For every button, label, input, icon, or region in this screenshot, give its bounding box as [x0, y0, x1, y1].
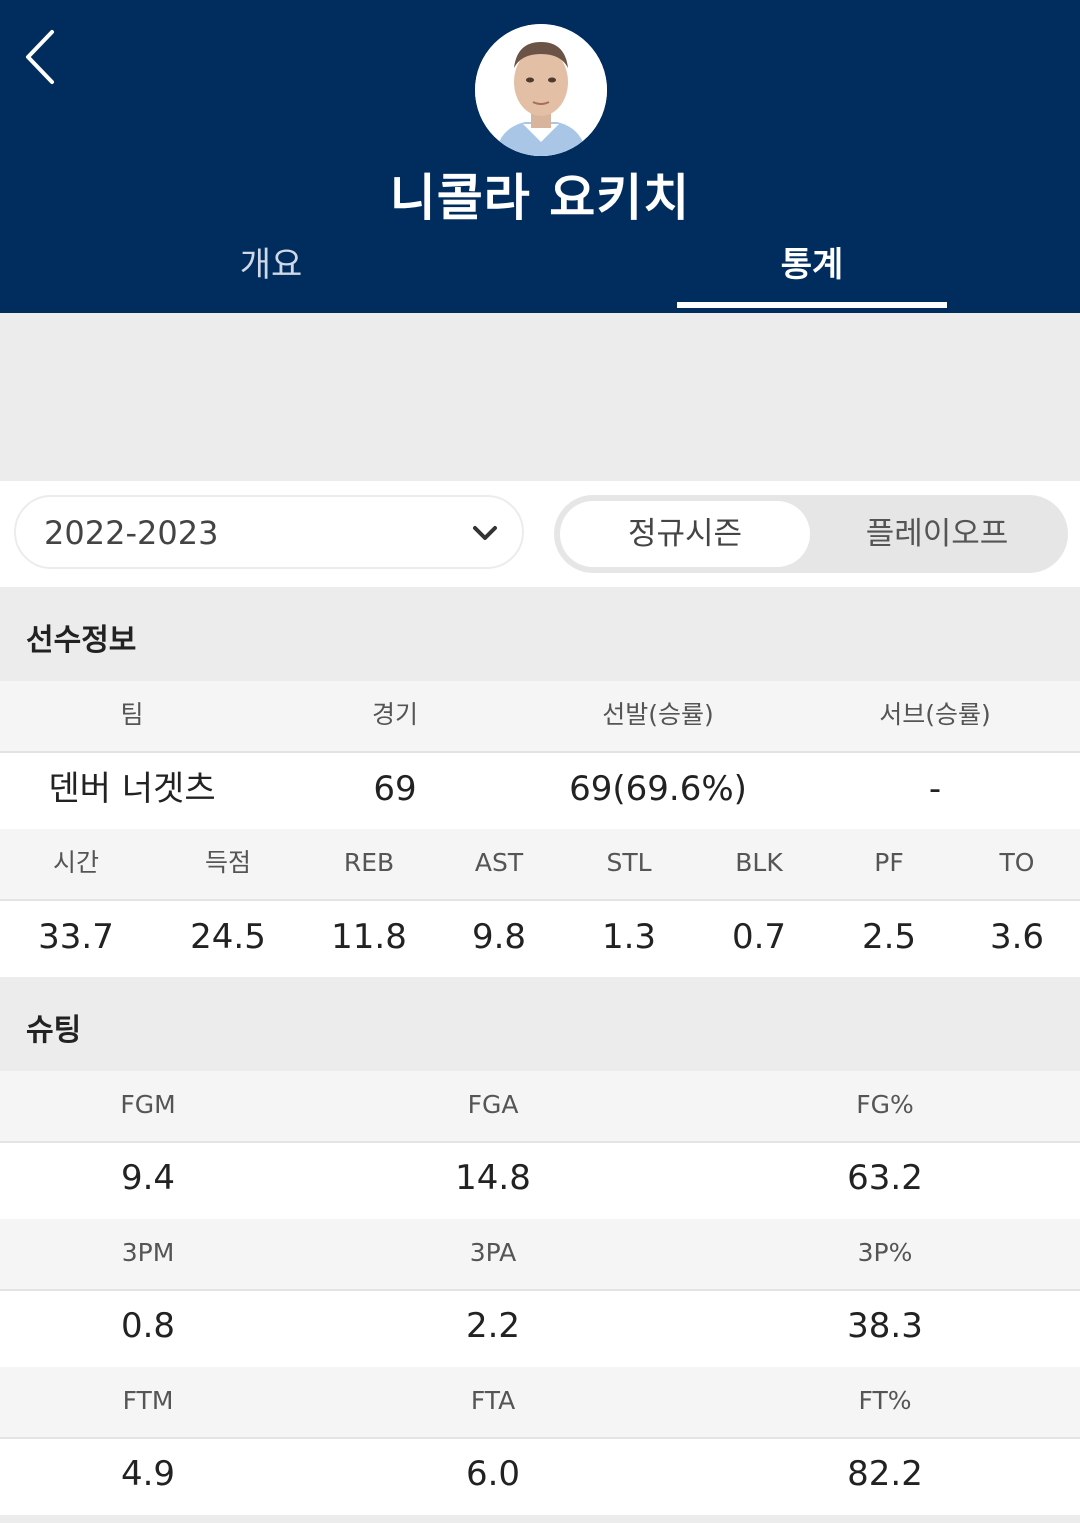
header-fg-pct: FG% [856, 1090, 914, 1119]
header-starts: 선발(승률) [602, 700, 714, 729]
season-dropdown[interactable]: 2022-2023 [14, 495, 524, 569]
header-bench: 서브(승률) [879, 700, 991, 729]
chevron-left-icon [26, 30, 54, 84]
value-stl: 1.3 [601, 917, 657, 957]
header-minutes: 시간 [52, 848, 99, 877]
ad-placeholder [0, 313, 1080, 481]
header-3pa: 3PA [469, 1238, 517, 1267]
ft-value-row: 4.9 6.0 82.2 [0, 1439, 1080, 1515]
value-games: 69 [373, 769, 417, 809]
header-games: 경기 [371, 700, 418, 729]
header-3p-pct: 3P% [857, 1238, 913, 1267]
header-3pm: 3PM [121, 1238, 175, 1267]
value-3pm: 0.8 [120, 1306, 176, 1346]
header-points: 득점 [204, 848, 251, 877]
header-stl: STL [606, 848, 652, 877]
player-info-title: 선수정보 [0, 587, 1080, 681]
value-ftm: 4.9 [120, 1454, 176, 1494]
season-type-toggle: 정규시즌 플레이오프 [554, 495, 1068, 573]
3p-value-row: 0.8 2.2 38.3 [0, 1291, 1080, 1367]
ft-header-row: FTM FTA FT% [0, 1367, 1080, 1439]
active-tab-indicator [677, 302, 947, 308]
fg-value-row: 9.4 14.8 63.2 [0, 1143, 1080, 1219]
value-3p-pct: 38.3 [847, 1306, 923, 1346]
player-photo [475, 24, 607, 156]
season-value: 2022-2023 [44, 514, 219, 552]
value-3pa: 2.2 [465, 1306, 521, 1346]
value-fta: 6.0 [465, 1454, 521, 1494]
value-points: 24.5 [190, 917, 266, 957]
value-fg-pct: 63.2 [847, 1158, 923, 1198]
value-bench: - [928, 769, 942, 809]
value-ft-pct: 82.2 [847, 1454, 923, 1494]
value-fgm: 9.4 [120, 1158, 176, 1198]
regular-season-option[interactable]: 정규시즌 [560, 501, 810, 567]
back-button[interactable] [18, 28, 66, 86]
header-ft-pct: FT% [858, 1386, 912, 1415]
header-team: 팀 [120, 700, 144, 729]
value-blk: 0.7 [731, 917, 787, 957]
shooting-title: 슈팅 [0, 977, 1080, 1071]
value-reb: 11.8 [331, 917, 407, 957]
header-fgm: FGM [120, 1090, 176, 1119]
tab-stats[interactable]: 통계 [677, 240, 947, 290]
value-ast: 9.8 [471, 917, 527, 957]
header-fga: FGA [467, 1090, 519, 1119]
tab-overview[interactable]: 개요 [136, 240, 406, 290]
stat-value-row: 33.7 24.5 11.8 9.8 1.3 0.7 2.5 3.6 [0, 901, 1080, 977]
playoff-option[interactable]: 플레이오프 [812, 501, 1062, 567]
value-pf: 2.5 [861, 917, 917, 957]
value-team: 덴버 너겟츠 [48, 769, 216, 809]
value-starts: 69(69.6%) [569, 769, 747, 809]
header-ast: AST [474, 848, 524, 877]
header-fta: FTA [470, 1386, 516, 1415]
header-to: TO [999, 848, 1035, 877]
header-ftm: FTM [122, 1386, 174, 1415]
header-pf: PF [874, 848, 904, 877]
fg-header-row: FGM FGA FG% [0, 1071, 1080, 1143]
chevron-down-icon [473, 526, 497, 540]
player-header: 니콜라 요키치 개요 통계 [0, 0, 1080, 313]
header-blk: BLK [735, 848, 783, 877]
3p-header-row: 3PM 3PA 3P% [0, 1219, 1080, 1291]
player-info-value-row: 덴버 너겟츠 69 69(69.6%) - [0, 753, 1080, 829]
player-name: 니콜라 요키치 [389, 169, 691, 227]
player-info-header-row: 팀 경기 선발(승률) 서브(승률) [0, 681, 1080, 753]
player-avatar [475, 24, 607, 156]
header-reb: REB [343, 848, 395, 877]
stat-header-row: 시간 득점 REB AST STL BLK PF TO [0, 829, 1080, 901]
value-to: 3.6 [989, 917, 1045, 957]
value-fga: 14.8 [455, 1158, 531, 1198]
value-minutes: 33.7 [38, 917, 114, 957]
filter-controls: 2022-2023 정규시즌 플레이오프 [0, 481, 1080, 587]
